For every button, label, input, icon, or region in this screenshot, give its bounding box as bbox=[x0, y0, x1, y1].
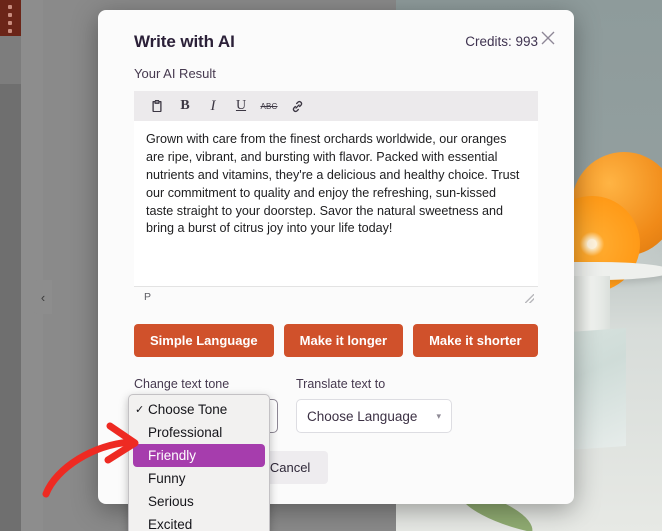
link-icon[interactable] bbox=[284, 94, 310, 118]
language-select[interactable]: Choose Language ▾ bbox=[296, 399, 452, 433]
editor-toolbar: B I U ABC bbox=[134, 91, 538, 121]
credits-counter: Credits: 993 bbox=[465, 34, 538, 49]
secondary-panel bbox=[21, 0, 43, 531]
tone-option-label: Excited bbox=[148, 517, 193, 531]
italic-icon[interactable]: I bbox=[200, 94, 226, 118]
strikethrough-icon[interactable]: ABC bbox=[256, 94, 282, 118]
result-section-label: Your AI Result bbox=[134, 66, 216, 81]
tone-option-excited[interactable]: Excited bbox=[129, 513, 269, 531]
tone-option-choose-tone[interactable]: ✓ Choose Tone bbox=[129, 398, 269, 421]
tone-option-label: Choose Tone bbox=[148, 402, 228, 417]
collapse-panel-chevron-left-icon[interactable]: ‹ bbox=[34, 280, 52, 314]
tone-option-serious[interactable]: Serious bbox=[129, 490, 269, 513]
editor-status-bar: P bbox=[134, 286, 538, 306]
make-it-longer-button[interactable]: Make it longer bbox=[283, 324, 404, 357]
sidebar-active-item[interactable] bbox=[0, 36, 21, 84]
underline-icon[interactable]: U bbox=[228, 94, 254, 118]
paste-icon[interactable] bbox=[144, 94, 170, 118]
app-window: ‹ Write with AI Credits: 993 Your AI Res… bbox=[0, 0, 662, 531]
tone-dropdown-list[interactable]: ✓ Choose Tone Professional Friendly Funn… bbox=[128, 394, 270, 531]
tone-option-label: Professional bbox=[148, 425, 223, 440]
check-icon: ✓ bbox=[135, 404, 145, 416]
modal-header: Write with AI Credits: 993 bbox=[98, 10, 574, 52]
tone-label: Change text tone bbox=[134, 377, 230, 391]
ai-result-text[interactable]: Grown with care from the finest orchards… bbox=[134, 121, 538, 286]
tone-option-label: Funny bbox=[148, 471, 186, 486]
tone-option-label: Serious bbox=[148, 494, 194, 509]
bold-icon[interactable]: B bbox=[172, 94, 198, 118]
language-select-value: Choose Language bbox=[307, 408, 418, 424]
simple-language-button[interactable]: Simple Language bbox=[134, 324, 274, 357]
language-selector-group: Translate text to Choose Language ▾ bbox=[296, 377, 452, 433]
close-icon[interactable] bbox=[538, 28, 558, 48]
element-path: P bbox=[144, 290, 152, 303]
tone-option-label: Friendly bbox=[148, 448, 197, 463]
chevron-down-icon: ▾ bbox=[436, 410, 441, 421]
language-label: Translate text to bbox=[296, 377, 386, 391]
brand-menu-dots-icon[interactable] bbox=[0, 0, 21, 36]
resize-grip-handle[interactable] bbox=[525, 294, 534, 303]
rewrite-action-buttons: Simple Language Make it longer Make it s… bbox=[134, 324, 574, 357]
tone-option-friendly[interactable]: Friendly bbox=[133, 444, 265, 467]
admin-sidebar-rail[interactable] bbox=[0, 0, 21, 531]
ai-result-editor: B I U ABC Grown with care from the fines… bbox=[134, 91, 538, 306]
tone-option-funny[interactable]: Funny bbox=[129, 467, 269, 490]
page-title: Write with AI bbox=[134, 32, 235, 51]
make-it-shorter-button[interactable]: Make it shorter bbox=[413, 324, 538, 357]
tone-option-professional[interactable]: Professional bbox=[129, 421, 269, 444]
